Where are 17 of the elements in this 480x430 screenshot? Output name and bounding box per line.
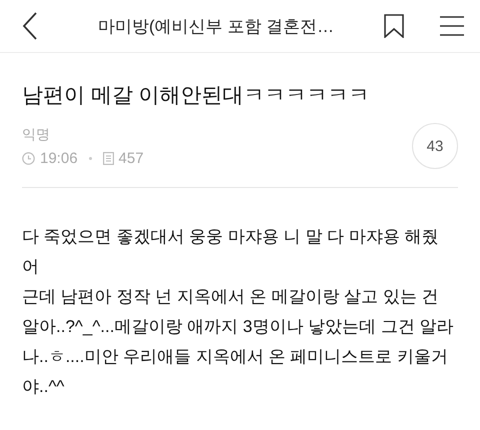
- post-title: 남편이 메갈 이해안된대ㅋㅋㅋㅋㅋㅋ: [22, 83, 371, 109]
- body-text-line: 어: [22, 256, 40, 278]
- view-count: 457: [118, 150, 144, 166]
- body-text-line: 근데 남편아 정작 넌 지옥에서 온 메갈이랑 살고 있는 건: [22, 286, 440, 308]
- document-icon: [102, 152, 114, 164]
- menu-icon[interactable]: [440, 16, 464, 36]
- clock-icon: [22, 152, 35, 164]
- body-text-line: 야..^^: [22, 376, 66, 398]
- author-name: 익명: [22, 126, 51, 144]
- post-time: 19:06: [40, 150, 78, 166]
- board-title: 마미방(예비신부 포함 결혼전…: [96, 16, 336, 38]
- body-text-line: 다 죽었으면 좋겠대서 웅웅 마쟈용 니 말 다 마쟈용 해줬: [22, 226, 440, 248]
- bookmark-icon[interactable]: [384, 14, 404, 38]
- body-text-line: 알아..?^_^...메갈이랑 애까지 3명이나 낳았는데 그건 알라: [22, 316, 455, 338]
- comment-count[interactable]: 43: [412, 123, 458, 169]
- back-icon[interactable]: [22, 12, 38, 40]
- body-text-line: 나..ㅎ....미안 우리애들 지옥에서 온 페미니스트로 키울거: [22, 346, 449, 368]
